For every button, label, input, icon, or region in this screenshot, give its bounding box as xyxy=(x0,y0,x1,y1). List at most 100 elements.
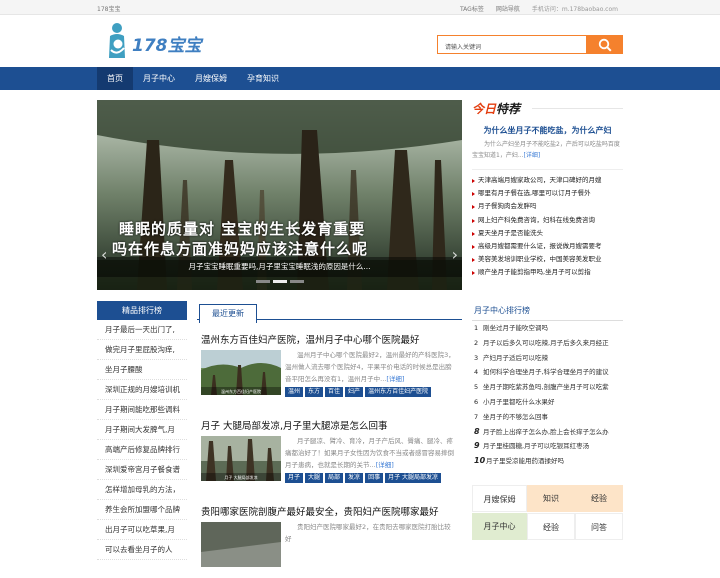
next-arrow-icon[interactable]: › xyxy=(452,245,458,264)
slider-dot-active[interactable] xyxy=(272,280,287,283)
list-item[interactable]: 6 小月子里都吃什么水果好 xyxy=(472,395,623,410)
rank-item-text: 月子里受凉能用药酒揉好吗 xyxy=(486,457,564,466)
article-thumbnail[interactable] xyxy=(201,522,281,567)
rank-item-text: 刚坐过月子能吹空调吗 xyxy=(483,324,548,332)
today-featured: 今日特荐 为什么坐月子不能吃盐，为什么产妇 为什么产妇坐月子不能吃盐2，产后可以… xyxy=(472,100,623,280)
list-item[interactable]: 8 月子脸上出痒子怎么办,脸上会长痒子怎么办 xyxy=(472,425,623,440)
tag[interactable]: 温州 xyxy=(285,387,304,397)
tag-link[interactable]: TAG标签 xyxy=(460,4,484,13)
list-item[interactable]: 夏天坐月子是否能洗头 xyxy=(472,227,623,240)
main-nav: 首页 月子中心 月嫂保姆 孕育知识 xyxy=(0,67,720,90)
list-item[interactable]: 怎样增加母乳的方法， xyxy=(97,480,187,500)
article-title[interactable]: 温州东方百佳妇产医院，温州月子中心哪个医院最好 xyxy=(201,332,420,346)
list-item[interactable]: 3 产妇月子适后可以吃辣 xyxy=(472,351,623,366)
slider-dot[interactable] xyxy=(289,280,304,283)
sitemap-link[interactable]: 网站导航 xyxy=(496,4,520,13)
nav-confinement-center[interactable]: 月子中心 xyxy=(133,67,185,90)
list-item[interactable]: 月子最后一天出门了, xyxy=(97,320,187,340)
slider-dot[interactable] xyxy=(255,280,270,283)
article-excerpt: 贵阳妇产医院哪家最好2，在贵阳去哪家医院打胎比较好 xyxy=(285,523,451,543)
featured-more-link[interactable]: [详细] xyxy=(524,152,541,159)
tag[interactable]: 温州东方百佳妇产医院 xyxy=(365,387,432,397)
mobile-link[interactable]: 手机访问：m.178baobao.com xyxy=(532,4,618,13)
center-rank-panel: 月子中心排行榜 1 刚坐过月子能吹空调吗 2 月子以后多久可以吃辣,月子后多久来月经… xyxy=(472,301,623,469)
logo-text: 178宝宝 xyxy=(132,35,202,56)
list-item[interactable]: 1 刚坐过月子能吹空调吗 xyxy=(472,321,623,336)
article-thumbnail[interactable]: 月子 大腿局部发凉 xyxy=(201,436,281,481)
article-excerpt: 温州月子中心哪个医院最好2，温州最好的产科医院3，温州做人流去哪个医院好4，平果… xyxy=(285,349,457,385)
tag[interactable]: 妇产 xyxy=(345,387,364,397)
list-item[interactable]: 可以去看坐月子的人 xyxy=(97,540,187,560)
list-item[interactable]: 哪里有月子餐在选,哪里可以订月子餐外 xyxy=(472,187,623,200)
list-item[interactable]: 深圳爱帝宫月子餐食谱 xyxy=(97,460,187,480)
list-item[interactable]: 网上妇产科免费咨询，妇科在线免费咨询 xyxy=(472,214,623,227)
prev-arrow-icon[interactable]: ‹ xyxy=(101,245,107,264)
list-item[interactable]: 7 坐月子的不够怎么回事 xyxy=(472,410,623,425)
list-item[interactable]: 2 月子以后多久可以吃辣,月子后多久来月经正 xyxy=(472,336,623,351)
category-cell[interactable]: 月子中心 xyxy=(472,513,527,540)
list-item[interactable]: 月子期间大发脾气,月 xyxy=(97,420,187,440)
rank-item-text: 月子脸上出痒子怎么办,脸上会长痒子怎么办 xyxy=(483,427,609,436)
list-item[interactable]: 美容美发培训职业学校，中国美容美发职业 xyxy=(472,253,623,266)
list-item[interactable]: 出月子可以吃草果,月 xyxy=(97,520,187,540)
rank-number: 5 xyxy=(474,383,479,392)
list-item[interactable]: 4 如何科学合理坐月子,科学合理坐月子的建议 xyxy=(472,365,623,380)
list-item[interactable]: 9 月子里桂圆糖,月子可以吃银耳红枣汤 xyxy=(472,439,623,454)
thumbnail-caption: 月子 大腿局部发凉 xyxy=(224,474,257,480)
more-link[interactable]: [详细] xyxy=(386,375,404,383)
banner-slider[interactable]: 睡眠的质量对 宝宝的生长发育重要 吗在作息方面准妈妈应该注意什么呢 月子宝宝睡眠… xyxy=(97,100,462,290)
category-cell[interactable]: 月嫂保姆 xyxy=(472,485,527,512)
search-button[interactable] xyxy=(587,35,623,54)
tag[interactable]: 大腿 xyxy=(305,473,324,483)
tag[interactable]: 回事 xyxy=(365,473,384,483)
list-item[interactable]: 10月子里受凉能用药酒揉好吗 xyxy=(472,454,623,469)
category-cell[interactable]: 经验 xyxy=(575,485,623,512)
list-item[interactable]: 深圳正规的月嫂培训机 xyxy=(97,380,187,400)
featured-headline[interactable]: 为什么坐月子不能吃盐，为什么产妇 xyxy=(472,125,623,136)
tag[interactable]: 发凉 xyxy=(345,473,364,483)
news-article: 贵阳哪家医院剖腹产最好最安全，贵阳妇产医院哪家最好 贵阳妇产医院哪家最好2，在贵… xyxy=(197,492,462,578)
tag[interactable]: 东方 xyxy=(305,387,324,397)
list-item[interactable]: 高端产后修复品牌排行 xyxy=(97,440,187,460)
banner-caption[interactable]: 月子宝宝睡眠重要吗,月子里宝宝睡眠浅的原因是什么... xyxy=(97,257,462,277)
nav-home[interactable]: 首页 xyxy=(97,67,133,90)
article-title[interactable]: 贵阳哪家医院剖腹产最好最安全，贵阳妇产医院哪家最好 xyxy=(201,504,439,518)
nav-parenting[interactable]: 孕育知识 xyxy=(237,67,289,90)
list-item[interactable]: 养生会所加盟哪个品牌 xyxy=(97,500,187,520)
list-item[interactable]: 天津高端月嫂家政公司，天津口碑好的月嫂 xyxy=(472,174,623,187)
search-input[interactable]: 请输入关键词 xyxy=(437,35,587,54)
list-item[interactable]: 5 坐月子期吃紫苏鱼吗,剖腹产坐月子可以吃紫 xyxy=(472,380,623,395)
news-article: 月子 大腿局部发凉,月子里大腿凉是怎么回事 月子 大腿局部发凉 月子腿凉、臂冷、… xyxy=(197,406,462,492)
category-cell[interactable]: 问答 xyxy=(575,513,623,540)
rank-number: 2 xyxy=(474,338,479,347)
list-item[interactable]: 月子期间能吃那些调料 xyxy=(97,400,187,420)
list-item[interactable]: 顺产坐月子能剪指甲吗,坐月子可以剪指 xyxy=(472,266,623,279)
article-title[interactable]: 月子 大腿局部发凉,月子里大腿凉是怎么回事 xyxy=(201,418,388,432)
featured-rank-title: 精品排行榜 xyxy=(97,301,187,320)
tag[interactable]: 月子 大腿局部发凉 xyxy=(385,473,441,483)
list-item[interactable]: 坐月子腰酸 xyxy=(97,360,187,380)
rank-number: 7 xyxy=(474,412,479,421)
category-cell[interactable]: 知识 xyxy=(527,485,575,512)
rank-number: 8 xyxy=(474,426,480,436)
banner-headline-line2: 吗在作息方面准妈妈应该注意什么呢 xyxy=(112,240,369,258)
tag[interactable]: 百佳 xyxy=(325,387,344,397)
list-item[interactable]: 高级月嫂都需要什么证，报说做月嫂需要考 xyxy=(472,240,623,253)
today-logo-part1: 今日 xyxy=(472,102,497,116)
site-logo[interactable]: 178宝宝 xyxy=(106,22,202,60)
slider-dots xyxy=(97,280,462,283)
category-cell[interactable]: 经验 xyxy=(527,513,575,540)
rank-item-text: 月子里桂圆糖,月子可以吃银耳红枣汤 xyxy=(483,442,590,451)
more-link[interactable]: [详细] xyxy=(376,461,394,469)
article-thumbnail[interactable]: 温州东方百佳妇产医院 xyxy=(201,350,281,395)
featured-desc-text: 为什么产妇坐月子不能吃盐2，产后可以吃盐吗百度宝宝知道1，产妇... xyxy=(472,141,620,159)
news-article: 温州东方百佳妇产医院，温州月子中心哪个医院最好 温州东方百佳妇产医院 温州月子中… xyxy=(197,320,462,406)
list-item[interactable]: 月子餐狗肉会发胖吗 xyxy=(472,200,623,213)
tag[interactable]: 月子 xyxy=(285,473,304,483)
mother-baby-icon xyxy=(106,22,128,60)
search-icon xyxy=(598,38,612,52)
nav-nanny[interactable]: 月嫂保姆 xyxy=(185,67,237,90)
rank-item-text: 坐月子的不够怎么回事 xyxy=(483,412,548,421)
tag[interactable]: 局部 xyxy=(325,473,344,483)
list-item[interactable]: 做完月子里屁股沟痒, xyxy=(97,340,187,360)
